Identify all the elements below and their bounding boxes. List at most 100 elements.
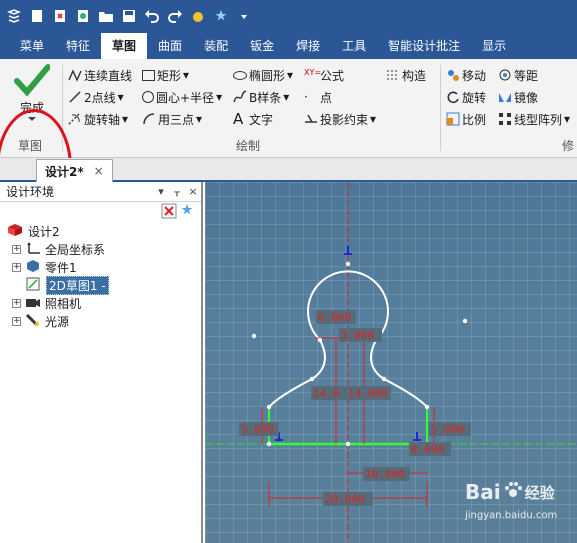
redo-icon[interactable]	[165, 6, 185, 26]
formula-icon: XY=	[304, 68, 322, 77]
scale-button[interactable]: 比例	[446, 109, 486, 129]
dimension-3: 3.000	[341, 329, 374, 342]
tree-label: 光源	[45, 314, 70, 329]
delete-icon[interactable]	[161, 203, 177, 222]
quick-access-toolbar	[0, 0, 577, 32]
tab-feature[interactable]: 特征	[55, 33, 101, 59]
tree-node-global-coords[interactable]: + 全局坐标系	[6, 240, 201, 258]
ellipse-button[interactable]: 椭圆形 ▾	[233, 65, 293, 85]
tab-sketch[interactable]: 草图	[101, 33, 148, 59]
tree-node-camera[interactable]: + 照相机	[6, 294, 201, 312]
feature-icon[interactable]	[211, 6, 231, 26]
rotation-axis-button[interactable]: 旋转轴 ▾	[68, 109, 128, 129]
document-tab[interactable]: 设计2* ×	[36, 159, 113, 182]
chevron-down-icon: ▾	[564, 112, 571, 126]
construction-icon	[386, 68, 400, 82]
group-label-modify: 修	[562, 139, 575, 153]
close-icon[interactable]: ×	[185, 185, 201, 198]
rectangle-button[interactable]: 矩形 ▾	[142, 65, 189, 85]
ribbon-tabs: 菜单 特征 草图 曲面 装配 钣金 焊接 工具 智能设计批注 显示	[0, 32, 577, 59]
mirror-label: 镜像	[514, 90, 539, 105]
dimension-0: 0.000	[411, 443, 444, 456]
chevron-down-icon: ▾	[287, 68, 294, 82]
tab-menu[interactable]: 菜单	[0, 33, 55, 59]
expand-icon[interactable]: +	[12, 298, 21, 308]
tab-assembly[interactable]: 装配	[193, 33, 239, 59]
tree-node-sketch[interactable]: 2D草图1 -	[6, 275, 201, 295]
tab-display[interactable]: 显示	[471, 33, 517, 59]
tab-tools[interactable]: 工具	[331, 33, 377, 59]
design-icon	[6, 223, 24, 240]
mirror-icon	[498, 90, 512, 104]
undo-icon[interactable]	[142, 6, 162, 26]
two-point-line-button[interactable]: 2点线 ▾	[68, 87, 124, 107]
linear-array-button[interactable]: 线型阵列 ▾	[498, 109, 570, 129]
expand-icon[interactable]: +	[12, 244, 21, 254]
bspline-label: B样条	[249, 90, 282, 105]
axes-icon	[25, 241, 41, 258]
two-point-line-label: 2点线	[84, 90, 116, 105]
point-label: 点	[320, 90, 333, 105]
mirror-button[interactable]: 镜像	[498, 87, 538, 107]
construction-button[interactable]: 构造	[386, 65, 426, 85]
tree-node-part[interactable]: + 零件1	[6, 258, 201, 276]
move-button[interactable]: 移动	[446, 65, 486, 85]
app-logo-icon[interactable]	[4, 6, 24, 26]
tree-node-design[interactable]: 设计2	[6, 222, 201, 240]
close-icon[interactable]: ×	[94, 164, 104, 178]
dropdown-icon[interactable]	[234, 6, 254, 26]
pin-icon[interactable]: ᚁ	[169, 185, 185, 198]
dimension-14-left: 14.0	[313, 387, 340, 400]
expand-icon[interactable]: +	[12, 262, 21, 272]
three-point-arc-button[interactable]: 用三点 ▾	[142, 109, 202, 129]
offset-icon	[498, 68, 512, 82]
polyline-button[interactable]: 连续直线	[68, 65, 132, 85]
ribbon-panel: 完成 草图 连续直线 2点线 ▾ 旋转轴 ▾ 矩形 ▾ 圆心+半径 ▾ 用三点 ▾ 椭圆形…	[0, 59, 577, 227]
checkmark-icon	[14, 64, 50, 97]
point-icon: ·	[304, 90, 308, 104]
scale-label: 比例	[462, 112, 487, 127]
group-divider	[440, 65, 441, 151]
chevron-down-icon: ▾	[183, 68, 190, 82]
tree-label: 照相机	[45, 296, 82, 311]
save-icon[interactable]	[119, 6, 139, 26]
chevron-down-icon: ▾	[370, 112, 377, 126]
dimension-14: 14.000	[348, 387, 388, 400]
ellipse-label: 椭圆形	[249, 68, 286, 83]
chevron-down-icon: ▾	[216, 90, 223, 104]
spline-icon	[233, 90, 247, 104]
text-button[interactable]: A 文字	[233, 109, 273, 129]
expand-icon[interactable]: +	[12, 316, 21, 326]
sketch-icon	[26, 277, 42, 294]
new-icon[interactable]	[27, 6, 47, 26]
panel-menu-icon[interactable]: ▾	[153, 185, 169, 198]
projection-constraint-button[interactable]: 投影约束 ▾	[304, 109, 376, 129]
watermark-suffix: 经验	[524, 483, 555, 502]
filter-icon[interactable]	[179, 203, 195, 222]
panel-toolbar	[0, 202, 201, 222]
document-tab-strip: 设计2* ×	[0, 158, 577, 182]
formula-button[interactable]: XY= 公式	[304, 65, 344, 85]
folder-icon[interactable]	[96, 6, 116, 26]
circle-center-radius-button[interactable]: 圆心+半径 ▾	[142, 87, 222, 107]
settings-icon[interactable]	[188, 6, 208, 26]
open-icon[interactable]	[50, 6, 70, 26]
tree-label: 全局坐标系	[45, 242, 106, 257]
offset-button[interactable]: 等距	[498, 65, 538, 85]
rotate-button[interactable]: 旋转	[446, 87, 486, 107]
tab-smart-annotation[interactable]: 智能设计批注	[377, 33, 471, 59]
rotate-label: 旋转	[462, 90, 487, 105]
tree-node-light[interactable]: + 光源	[6, 312, 201, 330]
move-label: 移动	[462, 68, 487, 83]
tab-weld[interactable]: 焊接	[285, 33, 331, 59]
bspline-button[interactable]: B样条 ▾	[233, 87, 289, 107]
tab-surface[interactable]: 曲面	[147, 33, 193, 59]
point-button[interactable]: · 点	[304, 87, 332, 107]
dimension-6: 6.000	[318, 311, 351, 324]
save-as-icon[interactable]	[73, 6, 93, 26]
polyline-icon	[68, 68, 82, 82]
circle-center-radius-label: 圆心+半径	[156, 90, 215, 105]
polyline-label: 连续直线	[84, 68, 133, 83]
tree-label-selected: 2D草图1 -	[46, 275, 109, 295]
tab-sheet-metal[interactable]: 钣金	[239, 33, 285, 59]
